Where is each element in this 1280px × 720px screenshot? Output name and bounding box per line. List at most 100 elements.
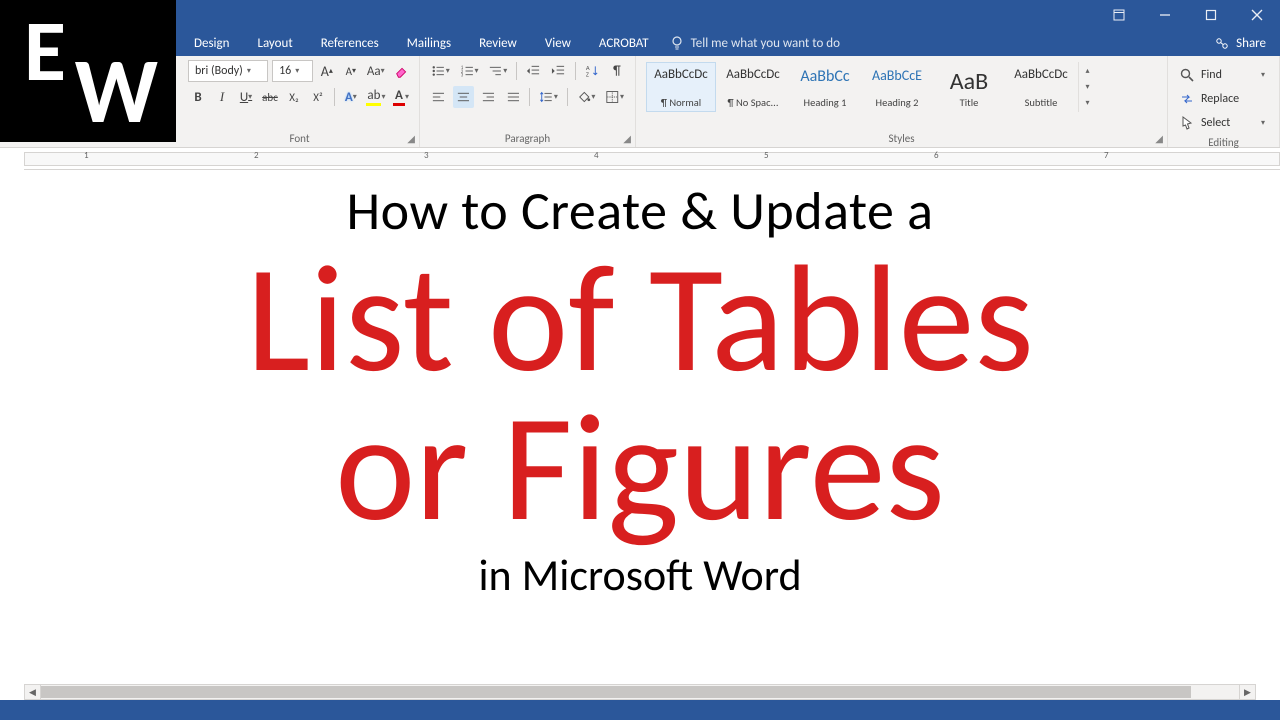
font-dialog-launcher-icon[interactable]: ◢ [407,132,415,145]
close-icon[interactable] [1234,0,1280,30]
underline-button[interactable]: U▾ [236,86,256,108]
numbering-button[interactable]: 123▾ [457,60,482,82]
tab-acrobat[interactable]: ACROBAT [585,30,663,56]
editing-group-label: Editing [1176,134,1271,149]
gallery-up-icon[interactable]: ▴ [1081,64,1094,78]
show-marks-button[interactable]: ¶ [607,60,627,82]
styles-group-label: Styles◢ [644,130,1159,145]
shading-button[interactable]: ▾ [574,86,599,108]
superscript-button[interactable]: X² [308,86,328,108]
align-left-button[interactable] [428,86,449,108]
line-spacing-button[interactable]: ▾ [536,86,561,108]
replace-icon [1179,91,1195,107]
tell-me-search[interactable]: Tell me what you want to do [669,30,840,56]
style-heading-2[interactable]: AaBbCcEHeading 2 [862,62,932,112]
font-size-combo[interactable]: 16▾ [272,60,313,82]
scroll-left-icon[interactable]: ◀ [25,685,41,699]
tell-me-placeholder: Tell me what you want to do [691,36,840,51]
tab-review[interactable]: Review [465,30,531,56]
gallery-expand-icon[interactable]: ▾ [1081,96,1094,110]
group-editing: Find▾ Replace Select▾ Editing [1168,56,1280,147]
font-color-button[interactable]: A▾ [391,86,411,108]
find-button[interactable]: Find▾ [1176,64,1268,86]
borders-icon [605,89,620,105]
scrollbar-thumb[interactable] [41,686,1191,698]
ruler-mark: 1 [84,150,89,161]
strikethrough-button[interactable]: abc [260,86,280,108]
group-font: bri (Body)▾ 16▾ A▴ A▾ Aa▾ B I U▾ abc X₂ … [180,56,420,147]
ruler-mark: 5 [764,150,769,161]
align-left-icon [431,89,446,105]
tab-references[interactable]: References [307,30,393,56]
select-button[interactable]: Select▾ [1176,112,1268,134]
ribbon: bri (Body)▾ 16▾ A▴ A▾ Aa▾ B I U▾ abc X₂ … [0,56,1280,148]
share-icon [1214,35,1230,51]
style-heading-1[interactable]: AaBbCcHeading 1 [790,62,860,112]
ruler-mark: 7 [1104,150,1109,161]
replace-button[interactable]: Replace [1176,88,1268,110]
ribbon-tabs: Design Layout References Mailings Review… [0,30,1280,56]
shrink-font-button[interactable]: A▾ [341,60,361,82]
logo-letter-e: E [24,0,66,104]
window-titlebar [0,0,1280,30]
title-line-4: in Microsoft Word [478,548,801,602]
ruler-mark: 4 [594,150,599,161]
sort-icon: AZ [585,63,600,79]
horizontal-ruler[interactable]: 1234567 [24,148,1280,170]
ribbon-options-icon[interactable] [1096,0,1142,30]
ruler-mark: 3 [424,150,429,161]
tab-mailings[interactable]: Mailings [393,30,465,56]
grow-font-button[interactable]: A▴ [317,60,337,82]
maximize-icon[interactable] [1188,0,1234,30]
font-name-combo[interactable]: bri (Body)▾ [188,60,268,82]
align-right-button[interactable] [478,86,499,108]
multilevel-list-button[interactable]: ▾ [485,60,510,82]
subscript-button[interactable]: X₂ [284,86,304,108]
group-styles: AaBbCcDc¶ NormalAaBbCcDc¶ No Spac...AaBb… [636,56,1168,147]
svg-text:3: 3 [461,74,464,79]
justify-icon [506,89,521,105]
document-page[interactable]: How to Create & Update a List of Tables … [0,170,1280,700]
bullets-icon [431,63,446,79]
increase-indent-button[interactable] [548,60,569,82]
svg-text:Z: Z [586,71,589,79]
style-subtitle[interactable]: AaBbCcDcSubtitle [1006,62,1076,112]
italic-button[interactable]: I [212,86,232,108]
minimize-icon[interactable] [1142,0,1188,30]
scroll-right-icon[interactable]: ▶ [1239,685,1255,699]
clear-formatting-button[interactable] [391,60,411,82]
styles-dialog-launcher-icon[interactable]: ◢ [1155,132,1163,145]
title-line-2: List of Tables [246,244,1034,393]
align-right-icon [481,89,496,105]
gallery-down-icon[interactable]: ▾ [1081,80,1094,94]
style--no-spac-[interactable]: AaBbCcDc¶ No Spac... [718,62,788,112]
text-effects-button[interactable]: A▾ [341,86,361,108]
paragraph-dialog-launcher-icon[interactable]: ◢ [623,132,631,145]
bullets-button[interactable]: ▾ [428,60,453,82]
font-group-label: Font◢ [188,130,411,145]
indent-icon [551,63,566,79]
justify-button[interactable] [503,86,524,108]
logo-letter-w: W [75,34,158,147]
horizontal-scrollbar[interactable]: ◀ ▶ [24,684,1256,700]
styles-gallery-more[interactable]: ▴ ▾ ▾ [1078,62,1094,112]
decrease-indent-button[interactable] [523,60,544,82]
ruler-mark: 6 [934,150,939,161]
change-case-button[interactable]: Aa▾ [365,60,387,82]
highlight-button[interactable]: ab▾ [365,86,387,108]
share-button[interactable]: Share [1200,30,1280,56]
tab-layout[interactable]: Layout [243,30,306,56]
share-label: Share [1236,36,1266,51]
sort-button[interactable]: AZ [582,60,603,82]
style-title[interactable]: AaBTitle [934,62,1004,112]
numbering-icon: 123 [460,63,475,79]
bold-button[interactable]: B [188,86,208,108]
align-center-icon [456,89,471,105]
tab-view[interactable]: View [531,30,585,56]
borders-button[interactable]: ▾ [602,86,627,108]
channel-logo: E W [0,0,176,142]
align-center-button[interactable] [453,86,474,108]
eraser-icon [394,63,408,79]
style--normal[interactable]: AaBbCcDc¶ Normal [646,62,716,112]
tab-design[interactable]: Design [180,30,243,56]
